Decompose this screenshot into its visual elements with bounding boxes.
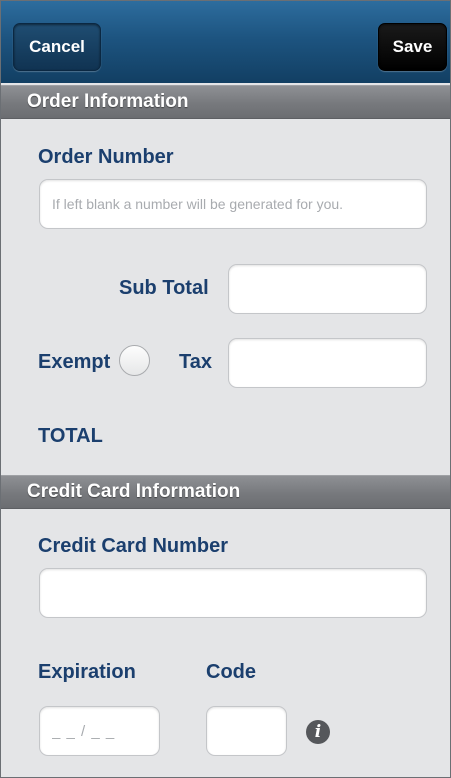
order-number-label: Order Number: [38, 146, 174, 168]
credit-card-number-input[interactable]: [39, 568, 427, 618]
cancel-button[interactable]: Cancel: [13, 23, 101, 71]
expiration-input[interactable]: [39, 706, 160, 756]
credit-card-information-header: Credit Card Information: [1, 475, 450, 509]
tax-label: Tax: [179, 351, 212, 373]
order-form-screen: Cancel Save Order Information Order Numb…: [0, 0, 451, 778]
order-number-input[interactable]: [39, 179, 427, 229]
info-icon[interactable]: i: [306, 720, 330, 744]
expiration-label: Expiration: [38, 661, 136, 683]
subtotal-label: Sub Total: [119, 277, 209, 299]
exempt-radio[interactable]: [119, 345, 150, 376]
exempt-label: Exempt: [38, 351, 111, 373]
subtotal-input[interactable]: [228, 264, 427, 314]
total-label: TOTAL: [38, 425, 103, 447]
credit-card-number-label: Credit Card Number: [38, 535, 229, 557]
tax-input[interactable]: [228, 338, 427, 388]
code-label: Code: [206, 661, 256, 683]
navigation-bar: Cancel Save: [1, 1, 450, 83]
security-code-input[interactable]: [206, 706, 287, 756]
save-button[interactable]: Save: [378, 23, 447, 71]
order-information-header: Order Information: [1, 85, 450, 119]
